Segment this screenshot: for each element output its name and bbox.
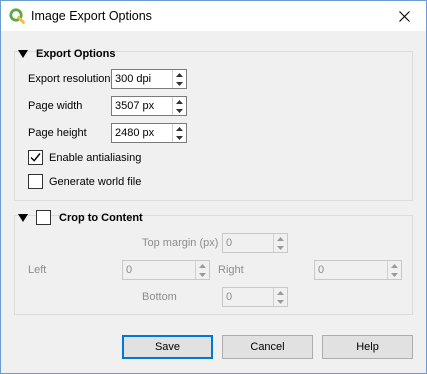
left-margin-label: Left bbox=[28, 264, 47, 276]
spin-up-icon[interactable] bbox=[196, 261, 209, 270]
world-file-checkbox[interactable] bbox=[28, 174, 43, 189]
spin-up-icon[interactable] bbox=[274, 288, 287, 297]
spin-down-icon[interactable] bbox=[173, 133, 186, 142]
antialiasing-label[interactable]: Enable antialiasing bbox=[49, 152, 141, 164]
close-icon bbox=[398, 10, 410, 22]
spin-up-icon[interactable] bbox=[173, 97, 186, 106]
bottom-margin-label: Bottom bbox=[142, 291, 177, 303]
spin-down-icon[interactable] bbox=[173, 79, 186, 88]
title-bar[interactable]: Image Export Options bbox=[1, 1, 426, 31]
bottom-margin-input[interactable] bbox=[223, 288, 273, 306]
right-margin-input[interactable] bbox=[315, 261, 387, 279]
export-options-title: Export Options bbox=[36, 48, 116, 60]
export-options-header[interactable]: Export Options bbox=[18, 48, 115, 60]
world-file-label[interactable]: Generate world file bbox=[49, 176, 141, 188]
spin-down-icon[interactable] bbox=[274, 243, 287, 252]
page-width-label: Page width bbox=[28, 100, 83, 112]
spin-up-icon[interactable] bbox=[274, 234, 287, 243]
save-button[interactable]: Save bbox=[122, 335, 213, 359]
spin-up-icon[interactable] bbox=[173, 124, 186, 133]
spin-down-icon[interactable] bbox=[388, 270, 401, 279]
close-button[interactable] bbox=[386, 3, 422, 29]
page-width-spinbox[interactable] bbox=[111, 96, 187, 116]
help-button[interactable]: Help bbox=[322, 335, 413, 359]
export-resolution-spinbox[interactable] bbox=[111, 69, 187, 89]
collapse-triangle-icon bbox=[18, 50, 28, 58]
crop-to-content-checkbox[interactable] bbox=[36, 210, 51, 225]
spin-down-icon[interactable] bbox=[173, 106, 186, 115]
collapse-triangle-icon bbox=[18, 213, 28, 222]
spin-up-icon[interactable] bbox=[388, 261, 401, 270]
top-margin-spinbox[interactable] bbox=[222, 233, 288, 253]
crop-to-content-title: Crop to Content bbox=[59, 211, 143, 224]
right-margin-label: Right bbox=[218, 264, 244, 276]
left-margin-spinbox[interactable] bbox=[122, 260, 210, 280]
qgis-logo-icon bbox=[9, 8, 25, 24]
checkmark-icon bbox=[30, 153, 41, 162]
export-resolution-input[interactable] bbox=[112, 70, 172, 88]
top-margin-label: Top margin (px) bbox=[142, 237, 219, 249]
spin-down-icon[interactable] bbox=[196, 270, 209, 279]
left-margin-input[interactable] bbox=[123, 261, 195, 279]
page-width-input[interactable] bbox=[112, 97, 172, 115]
export-resolution-label: Export resolution bbox=[28, 73, 111, 85]
crop-to-content-header[interactable]: Crop to Content bbox=[18, 210, 143, 225]
page-height-input[interactable] bbox=[112, 124, 172, 142]
spin-down-icon[interactable] bbox=[274, 297, 287, 306]
top-margin-input[interactable] bbox=[223, 234, 273, 252]
cancel-button[interactable]: Cancel bbox=[222, 335, 313, 359]
antialiasing-checkbox[interactable] bbox=[28, 150, 43, 165]
right-margin-spinbox[interactable] bbox=[314, 260, 402, 280]
page-height-spinbox[interactable] bbox=[111, 123, 187, 143]
window-title: Image Export Options bbox=[31, 9, 152, 23]
image-export-dialog: Image Export Options Export Options Expo… bbox=[0, 0, 427, 374]
bottom-margin-spinbox[interactable] bbox=[222, 287, 288, 307]
page-height-label: Page height bbox=[28, 127, 87, 139]
spin-up-icon[interactable] bbox=[173, 70, 186, 79]
